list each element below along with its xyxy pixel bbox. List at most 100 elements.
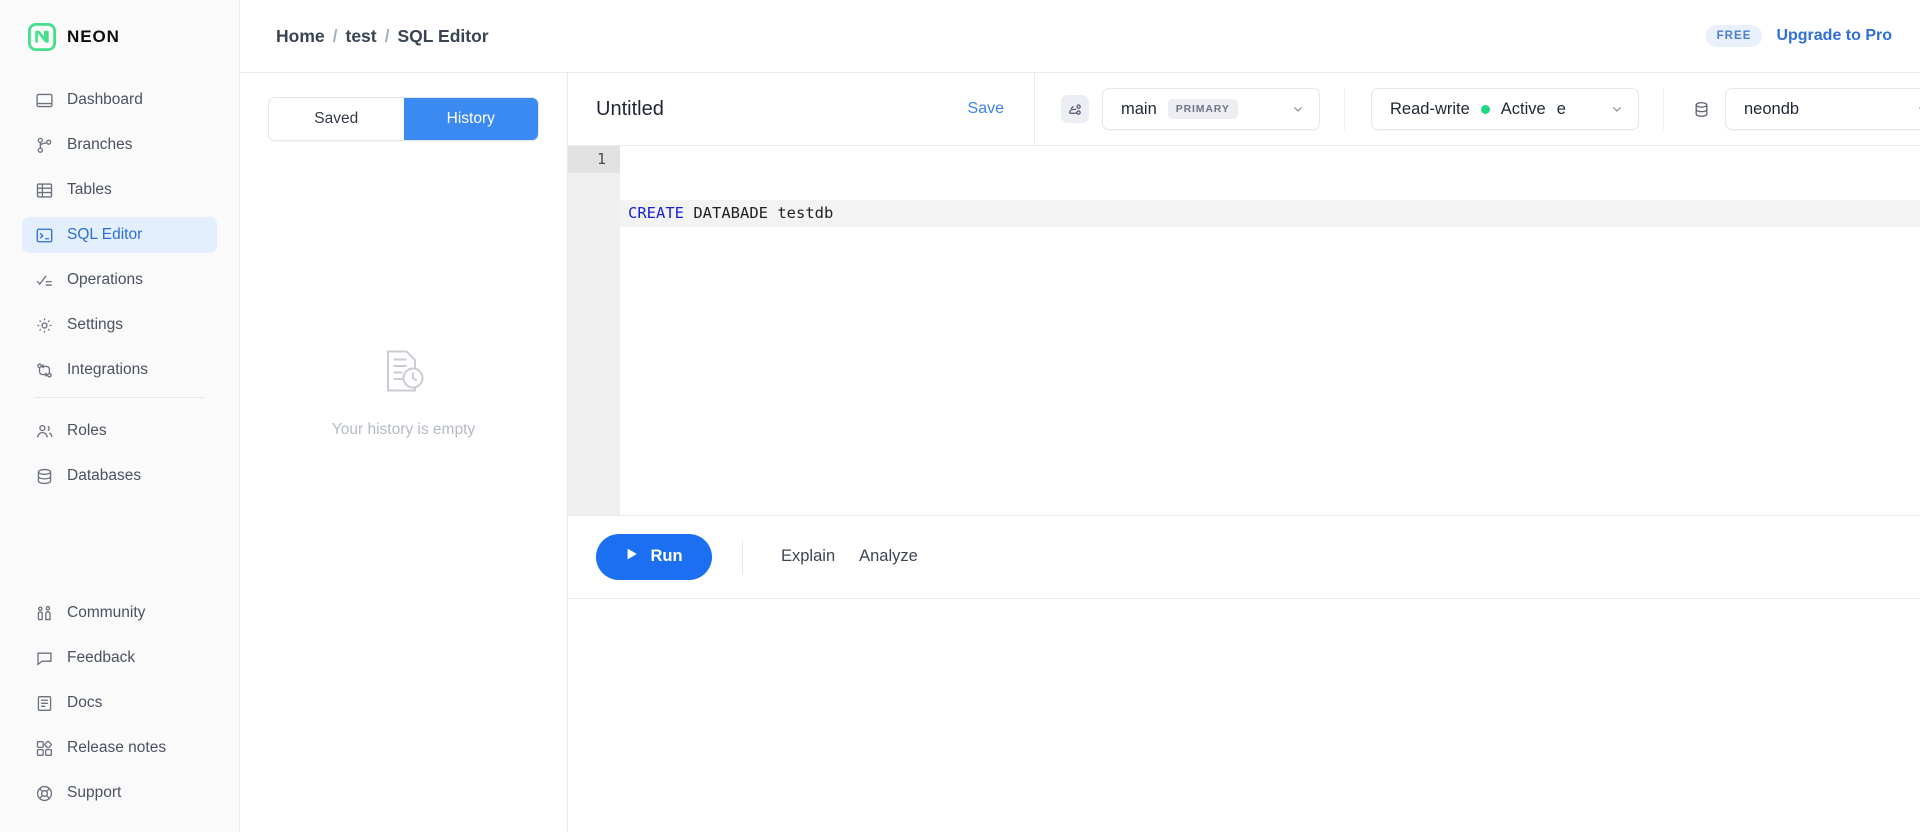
plan-badge: FREE <box>1705 25 1763 47</box>
breadcrumb-separator: / <box>384 25 390 46</box>
sidebar-item-label: Integrations <box>67 361 148 378</box>
editor-selectors: main PRIMARY Read-write Active e neondb <box>1035 73 1920 145</box>
editor-header: Untitled Save main PRIMARY Read-write Ac… <box>568 73 1920 146</box>
compute-extra-text: e <box>1556 99 1566 118</box>
sidebar-item-label: Dashboard <box>67 91 143 108</box>
sidebar-item-community[interactable]: Community <box>22 595 217 631</box>
sidebar-item-databases[interactable]: Databases <box>22 458 217 494</box>
sidebar-footer-group: Community Feedback Docs Release notes Su… <box>0 595 239 832</box>
chevron-down-icon <box>1915 101 1920 117</box>
code-line: CREATE DATABADE testdb <box>620 200 1920 227</box>
line-number: 1 <box>568 146 620 173</box>
sidebar-item-label: Branches <box>67 136 133 153</box>
branch-primary-tag: PRIMARY <box>1167 99 1238 119</box>
run-button-label: Run <box>650 547 683 565</box>
sidebar-item-sql-editor[interactable]: SQL Editor <box>22 217 217 253</box>
support-icon <box>34 783 54 803</box>
sidebar-item-roles[interactable]: Roles <box>22 413 217 449</box>
breadcrumb-item-project[interactable]: test <box>346 26 377 47</box>
sidebar-item-label: Databases <box>67 467 142 484</box>
editor-column: Untitled Save main PRIMARY Read-write Ac… <box>568 73 1920 832</box>
sidebar-item-label: Feedback <box>67 649 136 666</box>
topbar: Home / test / SQL Editor FREE Upgrade to… <box>240 0 1920 73</box>
dashboard-icon <box>34 90 54 110</box>
code-content[interactable]: CREATE DATABADE testdb <box>620 146 1920 515</box>
gear-icon <box>34 315 54 335</box>
upgrade-to-pro-link[interactable]: Upgrade to Pro <box>1776 27 1892 45</box>
breadcrumb-item-current: SQL Editor <box>397 25 489 46</box>
brand-name: NEON <box>67 26 120 46</box>
sidebar-item-branches[interactable]: Branches <box>22 127 217 163</box>
sidebar-item-support[interactable]: Support <box>22 775 217 811</box>
sidebar-item-operations[interactable]: Operations <box>22 262 217 298</box>
query-title[interactable]: Untitled <box>596 98 664 121</box>
analyze-button[interactable]: Analyze <box>847 539 930 574</box>
tab-history[interactable]: History <box>403 98 538 140</box>
branch-selector-group: main PRIMARY <box>1061 88 1344 130</box>
database-icon <box>1690 98 1712 120</box>
sidebar-item-integrations[interactable]: Integrations <box>22 352 217 388</box>
breadcrumb-separator: / <box>332 25 338 46</box>
run-button[interactable]: Run <box>596 533 712 580</box>
sidebar-item-label: Settings <box>67 316 124 333</box>
sidebar-item-label: Operations <box>67 271 143 288</box>
branches-icon <box>34 135 54 155</box>
compute-selector-group: Read-write Active e <box>1344 88 1663 130</box>
action-divider <box>742 539 743 574</box>
topbar-actions: FREE Upgrade to Pro <box>1705 25 1892 47</box>
operations-icon <box>34 270 54 290</box>
sidebar-item-settings[interactable]: Settings <box>22 307 217 343</box>
branch-select[interactable]: main PRIMARY <box>1102 88 1320 130</box>
line-number-gutter: 1 <box>568 146 620 515</box>
tables-icon <box>34 180 54 200</box>
results-pane <box>568 598 1920 832</box>
sidebar-item-label: Tables <box>67 181 112 198</box>
editor-action-bar: Run Explain Analyze <box>568 514 1920 599</box>
sidebar-item-label: Release notes <box>67 739 167 756</box>
sidebar-flex-spacer <box>0 503 239 595</box>
status-dot <box>1480 104 1490 114</box>
sidebar-item-label: SQL Editor <box>67 226 143 243</box>
sql-keyword: CREATE <box>628 204 684 222</box>
save-query-link[interactable]: Save <box>968 100 1004 118</box>
content-region: Saved History Your history is empty Unti… <box>240 73 1920 832</box>
explain-button[interactable]: Explain <box>769 539 847 574</box>
sidebar-item-release-notes[interactable]: Release notes <box>22 730 217 766</box>
sidebar-item-label: Roles <box>67 422 107 439</box>
main-area: Home / test / SQL Editor FREE Upgrade to… <box>240 0 1920 832</box>
community-icon <box>34 603 54 623</box>
history-panel: Saved History Your history is empty <box>240 73 568 832</box>
history-document-icon <box>377 344 431 403</box>
neon-logo-icon <box>28 22 56 51</box>
history-tabs: Saved History <box>268 97 539 141</box>
sidebar-secondary-group: Roles Databases <box>0 413 239 494</box>
play-icon <box>625 547 639 566</box>
editor-title-bar: Untitled Save <box>568 73 1035 145</box>
tab-saved[interactable]: Saved <box>269 98 404 140</box>
compute-mode: Read-write <box>1390 99 1470 118</box>
sidebar-item-label: Community <box>67 604 146 621</box>
sidebar-item-feedback[interactable]: Feedback <box>22 640 217 676</box>
app-root: NEON Dashboard Branches Tables SQL Edito… <box>0 0 1920 832</box>
database-name: neondb <box>1744 99 1800 118</box>
compute-select[interactable]: Read-write Active e <box>1371 88 1639 130</box>
history-empty-message: Your history is empty <box>331 421 476 438</box>
compute-status: Active <box>1500 99 1546 118</box>
sidebar-item-docs[interactable]: Docs <box>22 685 217 721</box>
sidebar-item-tables[interactable]: Tables <box>22 172 217 208</box>
branch-name: main <box>1121 99 1157 118</box>
sidebar: NEON Dashboard Branches Tables SQL Edito… <box>0 0 240 832</box>
roles-icon <box>34 421 54 441</box>
feedback-icon <box>34 648 54 668</box>
brand[interactable]: NEON <box>0 0 239 73</box>
sql-editor-icon <box>34 225 54 245</box>
code-scroll-region: 1 CREATE DATABADE testdb <box>568 146 1920 515</box>
sql-code-editor[interactable]: 1 CREATE DATABADE testdb <box>568 146 1920 515</box>
database-select[interactable]: neondb <box>1725 88 1920 130</box>
breadcrumb-item-home[interactable]: Home <box>276 26 325 47</box>
sidebar-divider <box>34 397 205 398</box>
sidebar-primary-group: Dashboard Branches Tables SQL Editor Ope… <box>0 82 239 388</box>
sidebar-nav: Dashboard Branches Tables SQL Editor Ope… <box>0 73 239 503</box>
database-selector-group: neondb <box>1663 88 1920 130</box>
sidebar-item-dashboard[interactable]: Dashboard <box>22 82 217 118</box>
